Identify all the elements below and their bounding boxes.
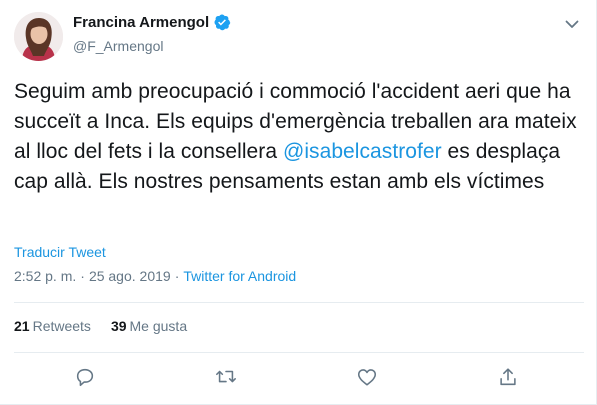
avatar[interactable]	[14, 12, 63, 61]
meta-separator: ·	[174, 268, 180, 284]
share-icon	[500, 368, 516, 386]
divider	[14, 302, 584, 303]
tweet-meta: 2:52 p. m. · 25 ago. 2019 · Twitter for …	[14, 268, 296, 284]
translate-tweet-link[interactable]: Traducir Tweet	[14, 244, 106, 260]
author-display-name[interactable]: Francina Armengol	[73, 14, 209, 31]
tweet-card: Francina Armengol @F_Armengol Seguim amb…	[0, 0, 597, 405]
heart-icon	[357, 369, 377, 386]
author-name-row: Francina Armengol	[73, 13, 231, 31]
likes-label: Me gusta	[129, 318, 188, 334]
likes-count: 39	[110, 318, 127, 334]
like-button[interactable]	[352, 362, 382, 392]
tweet-actions	[0, 362, 597, 392]
retweet-icon	[216, 370, 236, 383]
avatar-image	[14, 12, 63, 61]
divider	[14, 352, 584, 353]
tweet-time[interactable]: 2:52 p. m.	[14, 268, 76, 284]
share-button[interactable]	[493, 362, 523, 392]
tweet-source-link[interactable]: Twitter for Android	[183, 268, 296, 284]
chevron-down-icon[interactable]	[562, 14, 582, 34]
retweets-label: Retweets	[32, 318, 91, 334]
verified-badge-icon	[213, 13, 231, 31]
reply-button[interactable]	[70, 362, 100, 392]
author-handle[interactable]: @F_Armengol	[73, 38, 163, 54]
tweet-stats: 21 Retweets 39 Me gusta	[14, 318, 187, 334]
likes-stat[interactable]: 39 Me gusta	[111, 318, 187, 334]
reply-icon	[76, 368, 94, 387]
mention-link[interactable]: @isabelcastrofer	[283, 140, 442, 163]
retweets-count: 21	[14, 318, 30, 334]
retweets-stat[interactable]: 21 Retweets	[14, 318, 91, 334]
retweet-button[interactable]	[211, 362, 241, 392]
meta-separator: ·	[80, 268, 85, 284]
tweet-text: Seguim amb preocupació i commoció l'acci…	[14, 77, 584, 197]
tweet-date[interactable]: 25 ago. 2019	[89, 268, 171, 284]
